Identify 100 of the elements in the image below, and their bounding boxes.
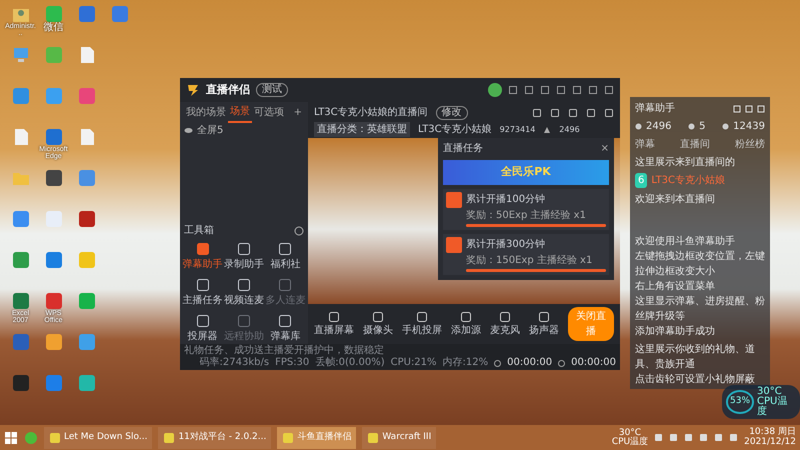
user-name: LT3C专克小姑娘 bbox=[651, 174, 726, 188]
close-button[interactable]: × bbox=[600, 144, 609, 154]
control-button[interactable]: 直播屏幕 bbox=[314, 310, 354, 338]
logo-icon bbox=[186, 83, 200, 97]
source-item[interactable]: 全屏5 bbox=[197, 123, 224, 138]
scene-tab[interactable]: 可选项 bbox=[252, 103, 286, 122]
app-icon[interactable] bbox=[78, 374, 96, 392]
app-icon bbox=[49, 432, 61, 444]
tool-button[interactable]: 主播任务 bbox=[182, 278, 224, 308]
scene-tab[interactable]: 我的场景 bbox=[184, 103, 228, 122]
task-name: 累计开播100分钟 bbox=[466, 192, 546, 206]
tool-icon bbox=[196, 242, 210, 256]
task-reward: 奖励：50Exp 主播经验 x1 bbox=[466, 208, 587, 222]
network-icon[interactable] bbox=[714, 433, 724, 442]
stat-text: 丢帧:0(0.00%) bbox=[315, 357, 385, 369]
count-text: 12439 bbox=[733, 120, 765, 134]
tray-temp: 30°C bbox=[618, 428, 642, 438]
stat-text: CPU:21% bbox=[390, 357, 437, 369]
control-icon bbox=[372, 310, 384, 322]
control-button[interactable]: 麦克风 bbox=[490, 310, 520, 338]
scene-tab[interactable]: 场景 bbox=[228, 102, 252, 123]
edit-tag[interactable]: 修改 bbox=[436, 106, 468, 120]
level-badge: 6 bbox=[635, 173, 648, 188]
app-icon[interactable] bbox=[44, 292, 62, 310]
app-icon bbox=[282, 432, 294, 444]
stat-text: 内存:12% bbox=[442, 357, 488, 369]
help-text: 这里显示弹幕、进房提醒、粉丝牌升级等 bbox=[635, 294, 765, 324]
app-icon[interactable] bbox=[78, 210, 96, 228]
panel-title: 弹幕助手 bbox=[635, 102, 675, 116]
stat-icon bbox=[688, 123, 696, 130]
app-icon bbox=[367, 432, 380, 444]
clock-icon bbox=[558, 360, 566, 366]
tool-icon bbox=[278, 242, 292, 256]
control-button[interactable]: 手机投屏 bbox=[402, 310, 442, 338]
streamer-name: LT3C专克小姑娘 bbox=[418, 122, 492, 137]
icon-label: 微信 bbox=[44, 23, 64, 34]
app-icon[interactable] bbox=[12, 292, 30, 310]
control-button[interactable]: 摄像头 bbox=[363, 310, 393, 338]
timer-text: 00:00:00 bbox=[571, 357, 616, 369]
toolbox-title: 工具箱 bbox=[184, 224, 214, 238]
tool-button[interactable]: 弹幕库 bbox=[264, 314, 306, 344]
lightning-icon bbox=[446, 236, 462, 252]
taskbar-item[interactable]: Let Me Down Slo... bbox=[44, 426, 152, 448]
tool-button[interactable]: 录制助手 bbox=[223, 242, 265, 272]
control-icon bbox=[328, 310, 340, 322]
category-tag[interactable]: 直播分类：英雄联盟 bbox=[314, 122, 410, 137]
cpu-usage: 53% bbox=[726, 390, 754, 414]
help-text: 这里展示你收到的礼物、道具、贵族开通 bbox=[635, 342, 756, 372]
tool-button[interactable]: 福利社 bbox=[264, 242, 306, 272]
app-icon[interactable] bbox=[12, 374, 30, 392]
app-icon[interactable] bbox=[12, 251, 30, 269]
taskbar-item[interactable]: 11对战平台 - 2.0.2... bbox=[158, 426, 272, 448]
tool-button[interactable]: 弹幕助手 bbox=[182, 242, 224, 272]
tool-icon bbox=[278, 314, 292, 328]
volume-icon[interactable] bbox=[729, 433, 738, 442]
tool-icon bbox=[196, 314, 210, 328]
stat-text: FPS:30 bbox=[275, 357, 310, 369]
fans-count: 2496 bbox=[559, 124, 580, 136]
app-icon[interactable] bbox=[44, 333, 62, 351]
lightning-icon bbox=[446, 192, 462, 208]
fans-icon bbox=[543, 126, 552, 134]
control-icon bbox=[499, 310, 511, 322]
taskbar-item[interactable]: Warcraft III bbox=[362, 426, 436, 448]
tool-button[interactable]: 投屏器 bbox=[182, 314, 224, 344]
popup-title: 直播任务 bbox=[443, 142, 483, 156]
tool-icon bbox=[196, 278, 210, 292]
panel-tab[interactable]: 弹幕 bbox=[635, 137, 655, 152]
panel-tab[interactable]: 粉丝榜 bbox=[735, 137, 765, 152]
clock-icon bbox=[494, 360, 502, 366]
tool-button[interactable]: 视频连麦 bbox=[223, 278, 265, 308]
cpu-label: CPU温度 bbox=[757, 397, 788, 417]
add-scene-button[interactable]: + bbox=[292, 103, 304, 122]
system-message: 这里展示来到直播间的 bbox=[635, 156, 736, 170]
pk-banner[interactable]: 全民乐PK bbox=[443, 160, 609, 184]
clock-time: 10:38 周日 bbox=[749, 428, 796, 438]
tool-icon bbox=[236, 242, 251, 256]
room-title: LT3C专克小姑娘的直播间 bbox=[314, 106, 428, 120]
timer-text: 00:00:00 bbox=[507, 357, 552, 369]
eye-icon[interactable] bbox=[184, 126, 193, 135]
app-icon[interactable] bbox=[12, 210, 30, 228]
control-button[interactable]: 扬声器 bbox=[529, 310, 559, 338]
clock-date: 2021/12/12 bbox=[744, 438, 796, 447]
tool-icon bbox=[236, 278, 251, 292]
control-icon bbox=[538, 310, 550, 322]
app-icon[interactable] bbox=[44, 169, 62, 187]
avatar-icon[interactable] bbox=[488, 83, 502, 97]
app-icon bbox=[163, 432, 176, 444]
panel-tab[interactable]: 直播间 bbox=[680, 137, 710, 152]
control-icon bbox=[416, 310, 428, 322]
control-button[interactable]: 添加源 bbox=[451, 310, 481, 338]
app-name: 直播伴侣 bbox=[206, 82, 250, 98]
control-icon bbox=[460, 310, 472, 322]
count-text: 2496 bbox=[646, 120, 672, 134]
tool-icon bbox=[236, 314, 251, 328]
count-text: 5 bbox=[699, 120, 706, 134]
notice-text: 礼物任务、成功送主播爱开播护中，数据稳定 bbox=[184, 345, 384, 356]
app-icon[interactable] bbox=[44, 251, 62, 269]
start-icon[interactable] bbox=[4, 430, 18, 444]
stat-text: 码率:2743kb/s bbox=[200, 357, 270, 369]
help-text: 添加弹幕助手成功 bbox=[635, 324, 716, 339]
